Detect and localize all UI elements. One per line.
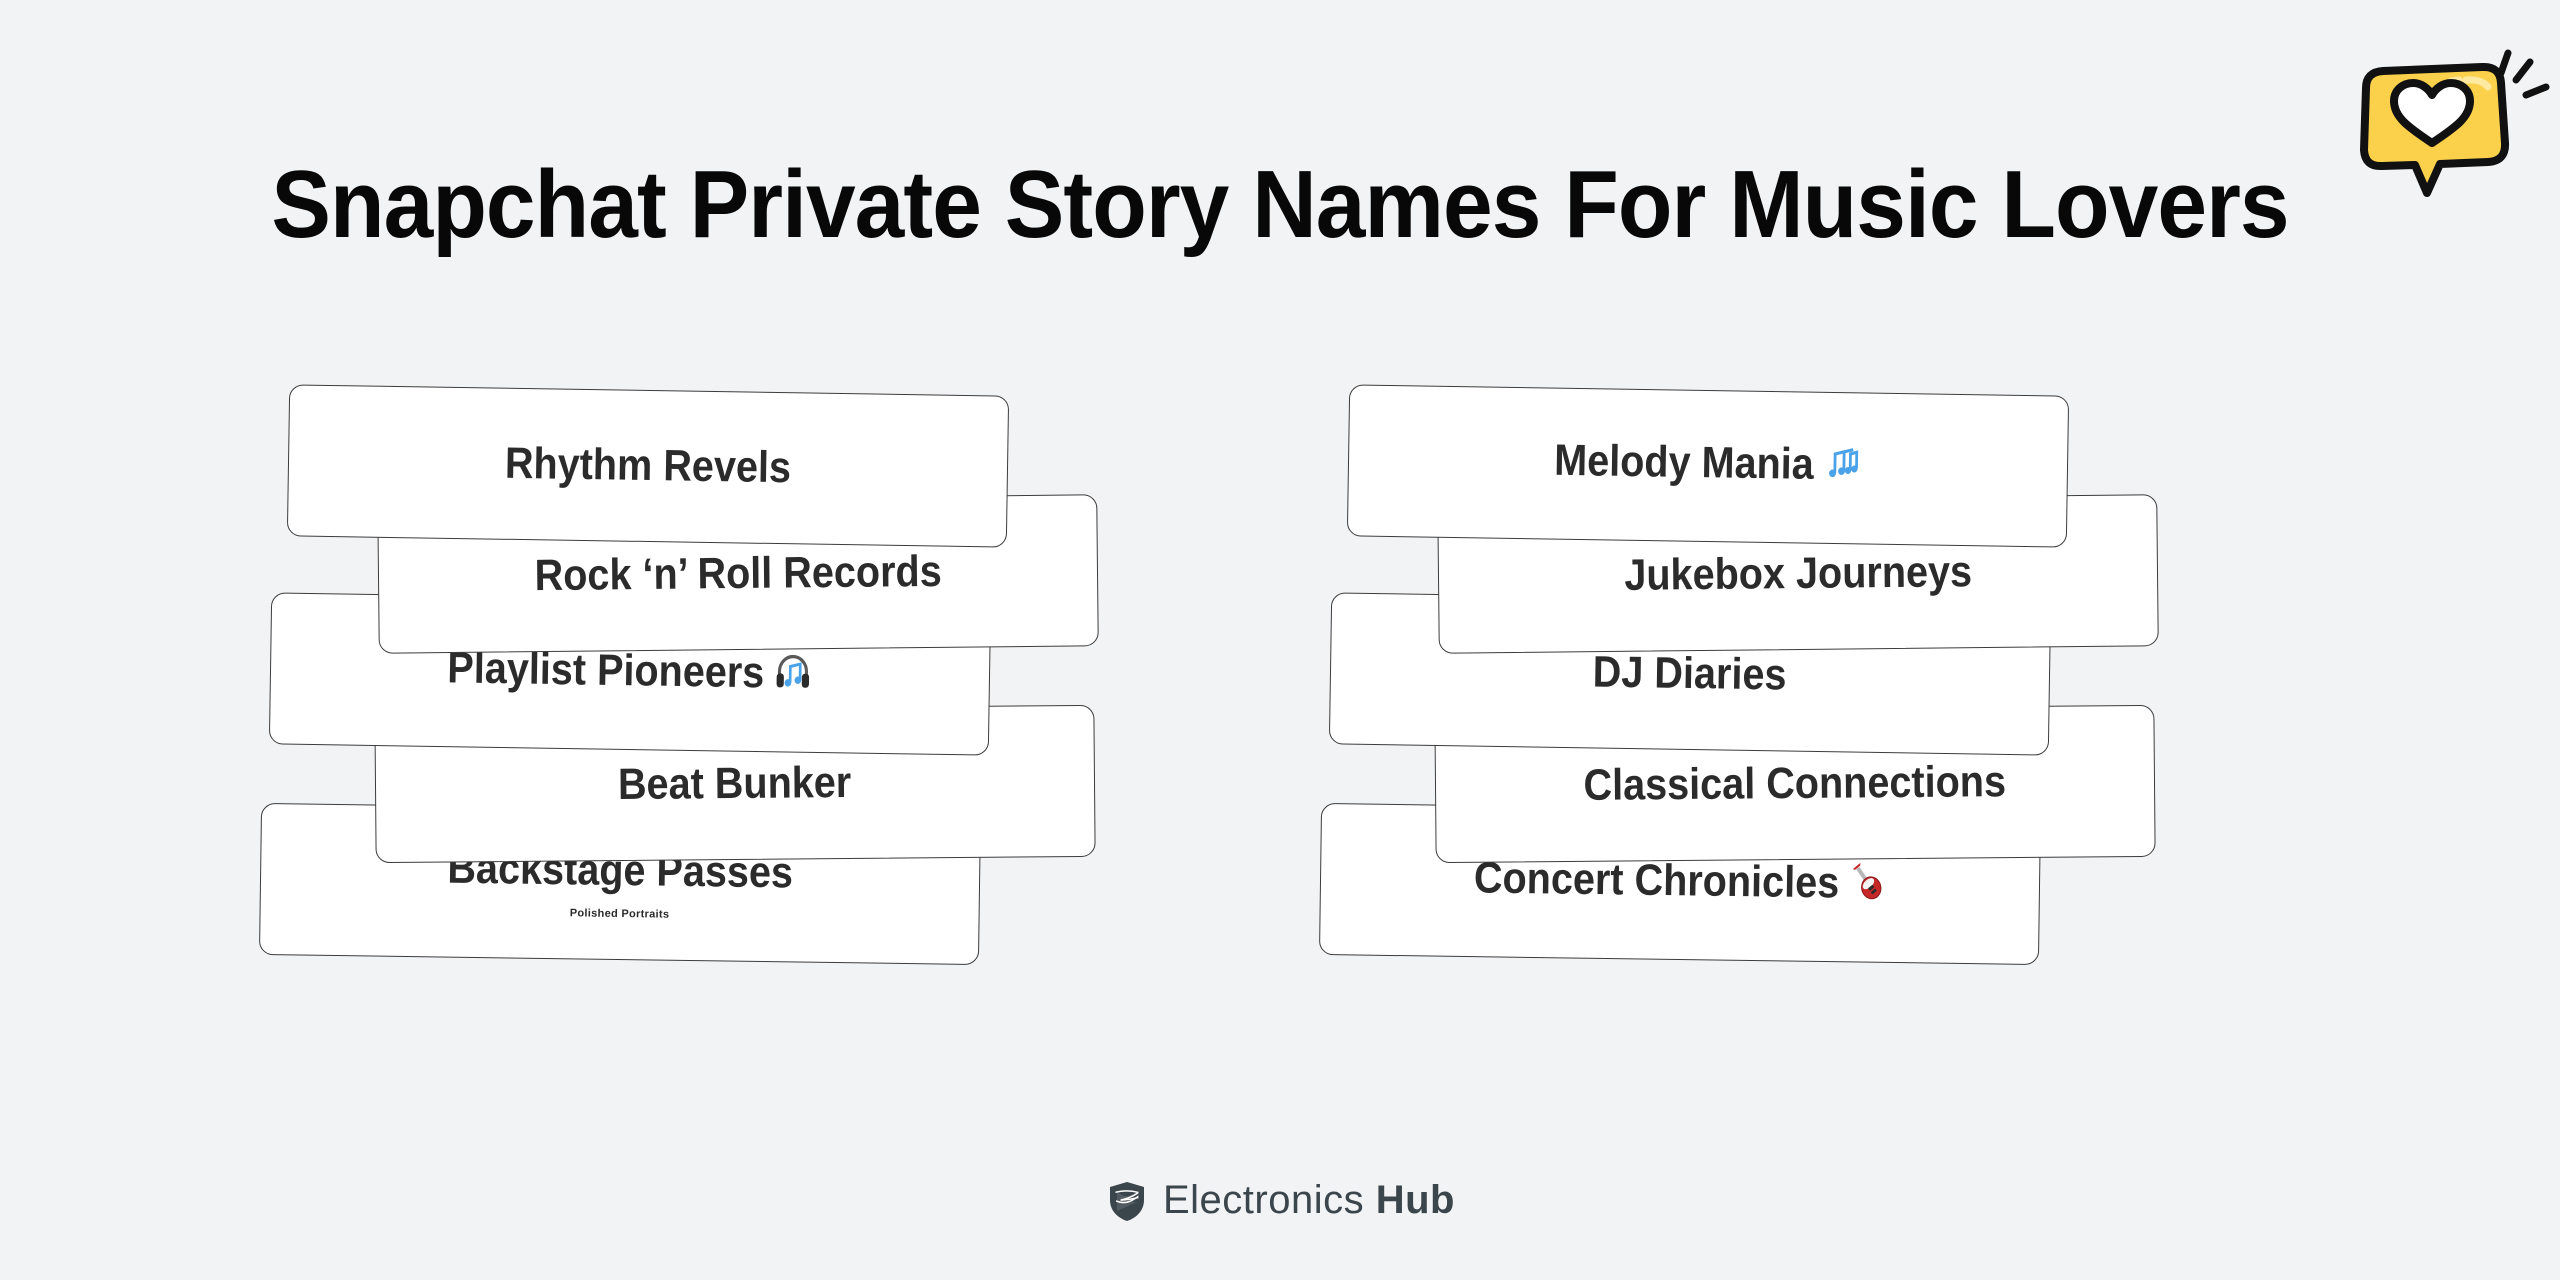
card-label: Jukebox Journeys: [1623, 546, 1973, 600]
card-label: DJ Diaries: [1592, 647, 1788, 700]
musical-notes-icon: [1822, 441, 1862, 495]
card-label: Melody Mania: [1553, 436, 1862, 495]
card-columns: Rhythm Revels Rock ‘n’ Roll Records Play…: [0, 384, 2560, 1130]
left-card-column: Rhythm Revels Rock ‘n’ Roll Records Play…: [258, 384, 1280, 1130]
card-label: Concert Chronicles: [1474, 854, 1887, 913]
brand-name-light: Electronics: [1162, 1178, 1365, 1222]
right-card-column: Melody Mania Jukebox Journeys DJ Diaries…: [1318, 384, 2340, 1130]
story-name-card[interactable]: Melody Mania: [1346, 384, 2070, 548]
card-subtext: Polished Portraits: [569, 907, 670, 921]
shield-logo-icon: [1105, 1179, 1149, 1223]
headphones-icon: [773, 650, 813, 704]
card-label: Playlist Pioneers: [447, 644, 813, 704]
card-label: Classical Connections: [1583, 756, 2007, 810]
poster-canvas: Snapchat Private Story Names For Music L…: [0, 0, 2560, 1280]
card-label: Rhythm Revels: [504, 438, 792, 493]
heart-speech-bubble-icon: [2330, 25, 2550, 210]
story-name-card[interactable]: Rhythm Revels: [286, 384, 1010, 548]
card-label: Beat Bunker: [618, 757, 852, 809]
page-title: Snapchat Private Story Names For Music L…: [271, 151, 2289, 258]
footer-branding: Electronics Hub: [0, 1178, 2560, 1223]
guitar-icon: [1848, 861, 1887, 913]
card-label: Rock ‘n’ Roll Records: [534, 546, 942, 600]
brand-name: Electronics Hub: [1163, 1178, 1455, 1223]
brand-name-bold: Hub: [1375, 1178, 1455, 1222]
